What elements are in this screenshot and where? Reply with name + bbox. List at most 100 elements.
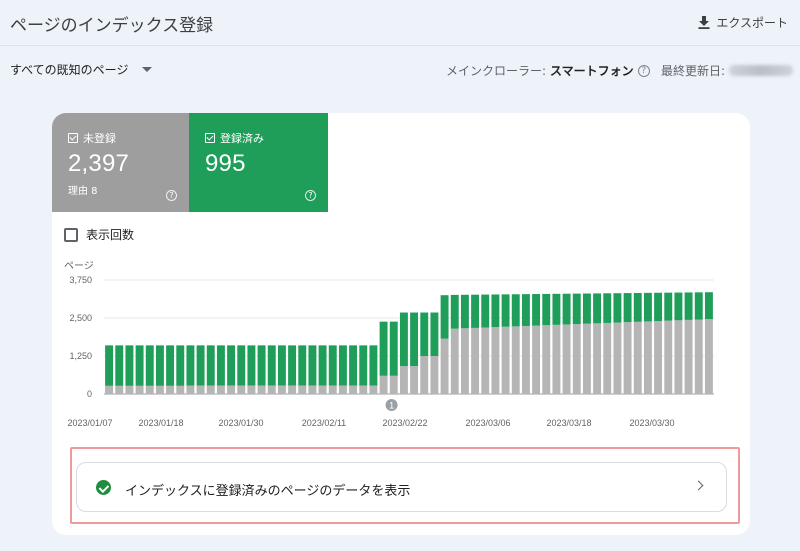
bar-indexed [654,292,663,322]
bar-indexed [623,293,632,323]
not-indexed-reasons: 理由 8 [68,186,98,197]
bar-indexed [318,345,327,386]
bar-not-indexed [318,385,327,394]
bar-indexed [155,345,164,386]
dropdown-arrow-icon [142,67,153,72]
bar-indexed [135,345,144,386]
help-icon[interactable]: ? [637,64,650,77]
bar-not-indexed [328,385,337,394]
impressions-label: 表示回数 [86,228,135,242]
y-tick-label: 1,250 [69,351,92,361]
indexed-count: 995 [205,150,246,177]
bar-not-indexed [623,322,632,394]
bar-not-indexed [460,328,469,394]
bar-indexed [684,292,693,320]
bar-not-indexed [562,324,571,394]
bar-indexed [542,293,551,326]
bar-indexed [562,293,571,325]
bar-indexed [115,345,124,386]
x-tick-label: 2023/01/18 [138,418,183,428]
bar-indexed [694,292,703,320]
bar-not-indexed [369,385,378,394]
bar-indexed [308,345,317,386]
bar-not-indexed [603,322,612,394]
bar-not-indexed [420,356,429,394]
bar-not-indexed [338,385,347,394]
bar-indexed [359,345,368,386]
bar-indexed [176,345,185,386]
bar-not-indexed [521,325,530,394]
bar-not-indexed [704,319,713,394]
bar-not-indexed [227,385,236,394]
bar-indexed [227,345,236,386]
impressions-toggle[interactable]: 表示回数 [64,226,134,243]
help-icon[interactable]: ? [166,190,177,201]
bar-indexed [511,294,520,327]
check-circle-icon [96,480,111,495]
bar-indexed [338,345,347,386]
indexed-tile[interactable]: 登録済み 995 ? [189,113,328,212]
bar-not-indexed [694,319,703,394]
bar-indexed [582,293,591,324]
x-tick-label: 2023/03/18 [546,418,591,428]
bar-not-indexed [308,385,317,394]
page-filter-dropdown[interactable]: すべての既知のページ [10,61,153,78]
bar-not-indexed [196,385,205,394]
checkbox-checked-icon [68,133,78,143]
x-tick-label: 2023/02/22 [382,418,427,428]
bar-indexed [471,294,480,328]
help-icon[interactable]: ? [305,190,316,201]
sub-header: すべての既知のページ メインクローラー: スマートフォン ? 最終更新日: [0,56,800,86]
bar-indexed [430,312,439,356]
bar-indexed [552,293,561,325]
bar-not-indexed [399,366,408,394]
bar-not-indexed [674,320,683,394]
bar-not-indexed [389,375,398,394]
export-button[interactable]: エクスポート [698,12,788,32]
bar-not-indexed [216,385,225,394]
last-updated-value-redacted [729,65,794,76]
crawler-info: メインクローラー: スマートフォン ? [446,62,650,79]
view-indexed-data-button[interactable]: インデックスに登録済みのページのデータを表示 [76,462,727,512]
bar-not-indexed [593,323,602,394]
view-indexed-data-label: インデックスに登録済みのページのデータを表示 [125,484,411,499]
bar-not-indexed [572,324,581,394]
not-indexed-toggle[interactable]: 未登録 [68,130,116,146]
bar-indexed [369,345,378,386]
bar-not-indexed [298,385,307,394]
bar-not-indexed [643,321,652,394]
x-tick-label: 2023/03/30 [629,418,674,428]
bar-not-indexed [288,385,297,394]
bar-not-indexed [135,385,144,394]
bar-not-indexed [349,385,358,394]
page-filter-label: すべての既知のページ [10,63,129,77]
indexed-toggle[interactable]: 登録済み [205,130,264,146]
bar-not-indexed [582,323,591,394]
bar-indexed [481,294,490,328]
bar-indexed [166,345,175,386]
bar-not-indexed [237,385,246,394]
x-tick-label: 2023/01/07 [67,418,112,428]
bar-indexed [410,312,419,367]
pages-chart: ページ 3,750 2,500 1,250 0 1 2023/01/07 2023/01/18… [64,261,714,428]
bar-not-indexed [501,326,510,394]
bar-not-indexed [511,326,520,394]
y-tick-label: 2,500 [69,313,92,323]
bar-indexed [125,345,134,386]
bar-not-indexed [633,321,642,394]
bar-not-indexed [166,385,175,394]
bar-not-indexed [491,327,500,394]
bar-not-indexed [440,338,449,394]
bar-not-indexed [206,385,215,394]
bar-not-indexed [430,356,439,394]
bar-not-indexed [125,385,134,394]
bar-not-indexed [684,319,693,394]
download-icon [698,15,710,29]
not-indexed-tile[interactable]: 未登録 2,397 理由 8 ? [52,113,189,212]
y-tick-label: 3,750 [69,275,92,285]
bar-not-indexed [267,385,276,394]
bar-indexed [674,292,683,321]
bar-indexed [399,312,408,367]
bar-indexed [450,294,459,329]
bar-indexed [532,294,541,326]
